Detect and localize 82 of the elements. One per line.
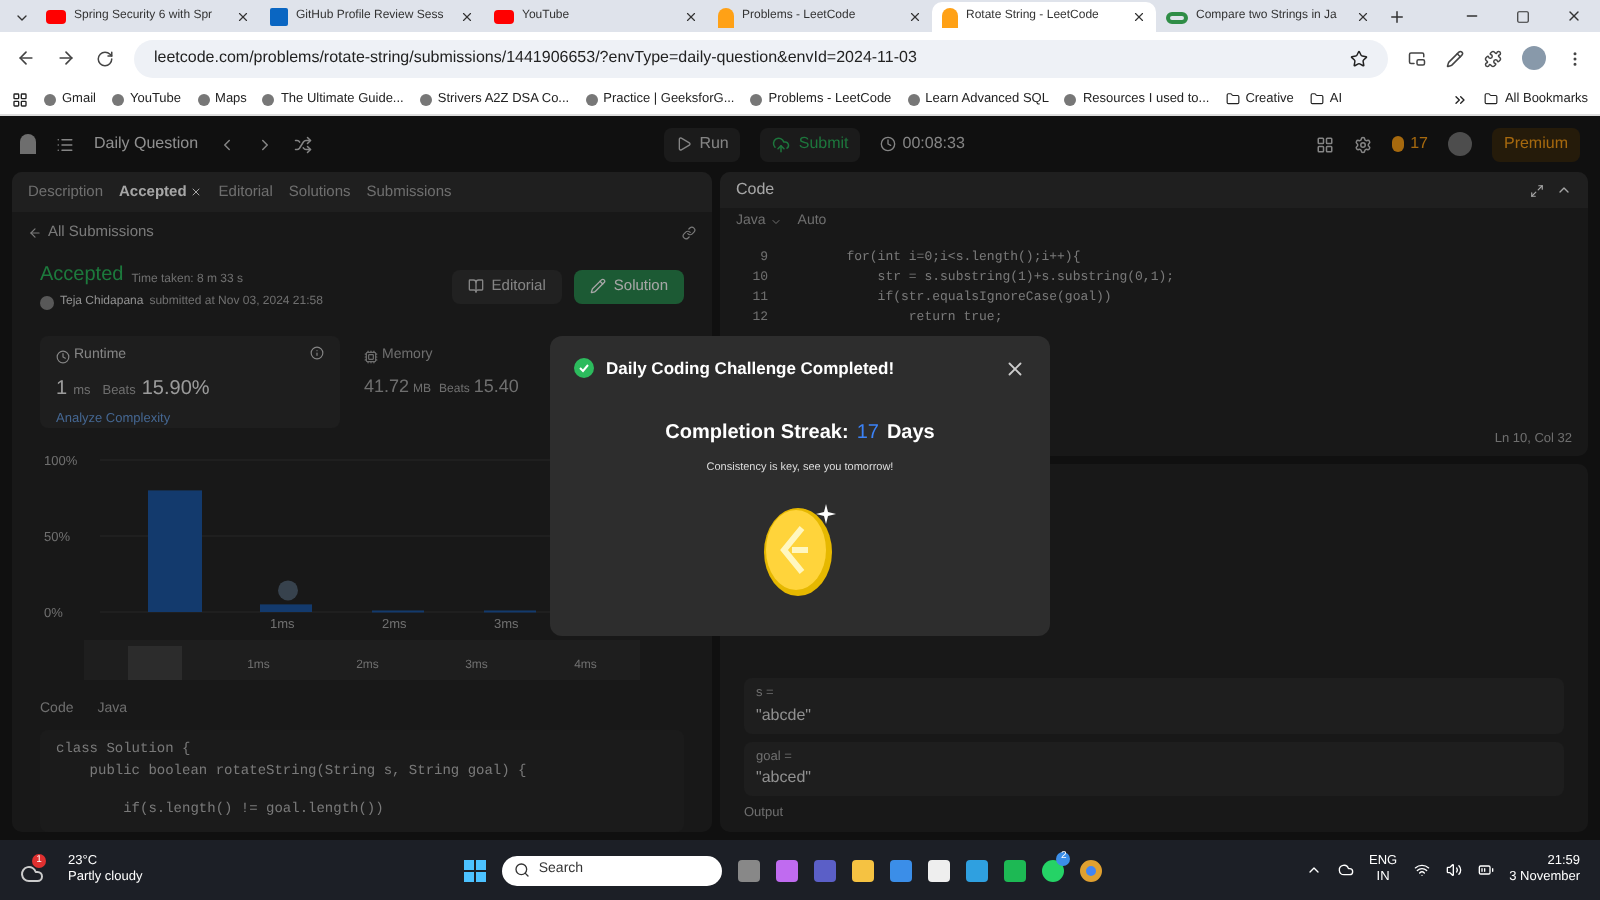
avatar (278, 580, 298, 601)
memory-percent: 15.40 (473, 373, 519, 399)
site-icon (419, 93, 432, 105)
pen-icon[interactable] (1446, 49, 1464, 67)
forward-icon[interactable] (56, 48, 76, 68)
site-icon (1064, 93, 1077, 105)
pencil-icon (589, 278, 606, 294)
bar (260, 604, 312, 612)
picture-in-picture-icon[interactable] (1408, 49, 1426, 67)
collapse-icon[interactable] (1556, 182, 1572, 198)
close-icon[interactable] (236, 10, 250, 24)
variable-value: "abced" (756, 766, 813, 791)
flame-icon (718, 7, 734, 27)
logo-icon[interactable] (20, 134, 36, 154)
variable-value: "abcde" (756, 703, 813, 727)
flame-icon (1392, 136, 1405, 152)
streak-counter[interactable]: 17 (1392, 132, 1428, 156)
search-icon (514, 862, 531, 878)
more-icon[interactable] (1452, 91, 1469, 107)
volume-icon[interactable] (1445, 862, 1462, 878)
settings-icon[interactable] (1354, 135, 1373, 153)
site-icon (262, 93, 275, 105)
cloud-upload-icon (772, 135, 791, 153)
cloud-icon[interactable] (1337, 862, 1353, 878)
check-icon (574, 358, 594, 379)
chevron-down-icon (769, 216, 782, 228)
back-icon[interactable] (16, 48, 36, 68)
streak-count: 17 (856, 419, 879, 448)
avatar[interactable] (1522, 46, 1546, 70)
close-icon[interactable] (1566, 8, 1582, 24)
flame-icon (942, 7, 958, 27)
runtime-percent: 15.90% (141, 375, 210, 403)
chevron-up-icon[interactable] (1305, 862, 1321, 878)
close-icon[interactable] (908, 10, 922, 24)
start-icon[interactable] (464, 859, 487, 881)
play-icon (675, 136, 692, 152)
address-bar[interactable]: leetcode.com/problems/rotate-string/submissions/1441906653/?envType=daily-question&envId=2024-11-03 (134, 39, 1388, 77)
square-icon (270, 8, 288, 26)
close-icon[interactable] (1132, 10, 1146, 24)
site-icon (585, 93, 598, 105)
site-icon (750, 93, 763, 105)
arrow-left-icon (28, 225, 42, 239)
status-label: Accepted (40, 262, 124, 290)
apps-icon[interactable] (12, 91, 28, 107)
bar (148, 490, 202, 612)
site-icon (111, 93, 124, 105)
clock-icon (880, 136, 897, 152)
page-title: Daily Question (94, 132, 199, 156)
site-icon (197, 93, 210, 105)
reload-icon[interactable] (96, 49, 114, 67)
premium-button[interactable]: Premium (1491, 127, 1580, 161)
runtime-value: 1 (56, 375, 68, 403)
chip-icon (364, 349, 378, 364)
clock-icon (56, 349, 70, 364)
close-icon[interactable] (1004, 357, 1026, 380)
days-label: Days (886, 419, 935, 448)
layout-icon[interactable] (1316, 135, 1335, 153)
panel-title: Code (736, 178, 777, 202)
avatar (40, 296, 54, 310)
run-button[interactable]: Run (663, 127, 741, 161)
close-icon (190, 186, 203, 198)
star-icon[interactable] (1350, 49, 1368, 67)
wifi-icon[interactable] (1413, 862, 1430, 878)
site-icon (44, 93, 56, 105)
close-icon[interactable] (1356, 10, 1370, 24)
memory-value: 41.72 (364, 373, 410, 399)
battery-icon[interactable] (1477, 862, 1494, 878)
link-icon[interactable] (682, 225, 696, 239)
weather-icon[interactable] (20, 862, 44, 886)
streak-label: Completion Streak: (665, 419, 849, 448)
timer[interactable]: 00:08:33 (880, 132, 965, 156)
chevron-down-icon (14, 10, 30, 26)
list-icon[interactable] (56, 135, 74, 153)
puzzle-icon[interactable] (1484, 49, 1502, 67)
site-icon (907, 93, 920, 105)
maximize-icon[interactable] (1516, 10, 1530, 24)
close-icon[interactable] (684, 10, 698, 24)
new-tab-icon[interactable] (1388, 8, 1406, 26)
expand-icon[interactable] (1530, 183, 1544, 197)
shuffle-icon[interactable] (294, 135, 313, 153)
close-icon[interactable] (460, 10, 474, 24)
book-icon (467, 278, 484, 294)
